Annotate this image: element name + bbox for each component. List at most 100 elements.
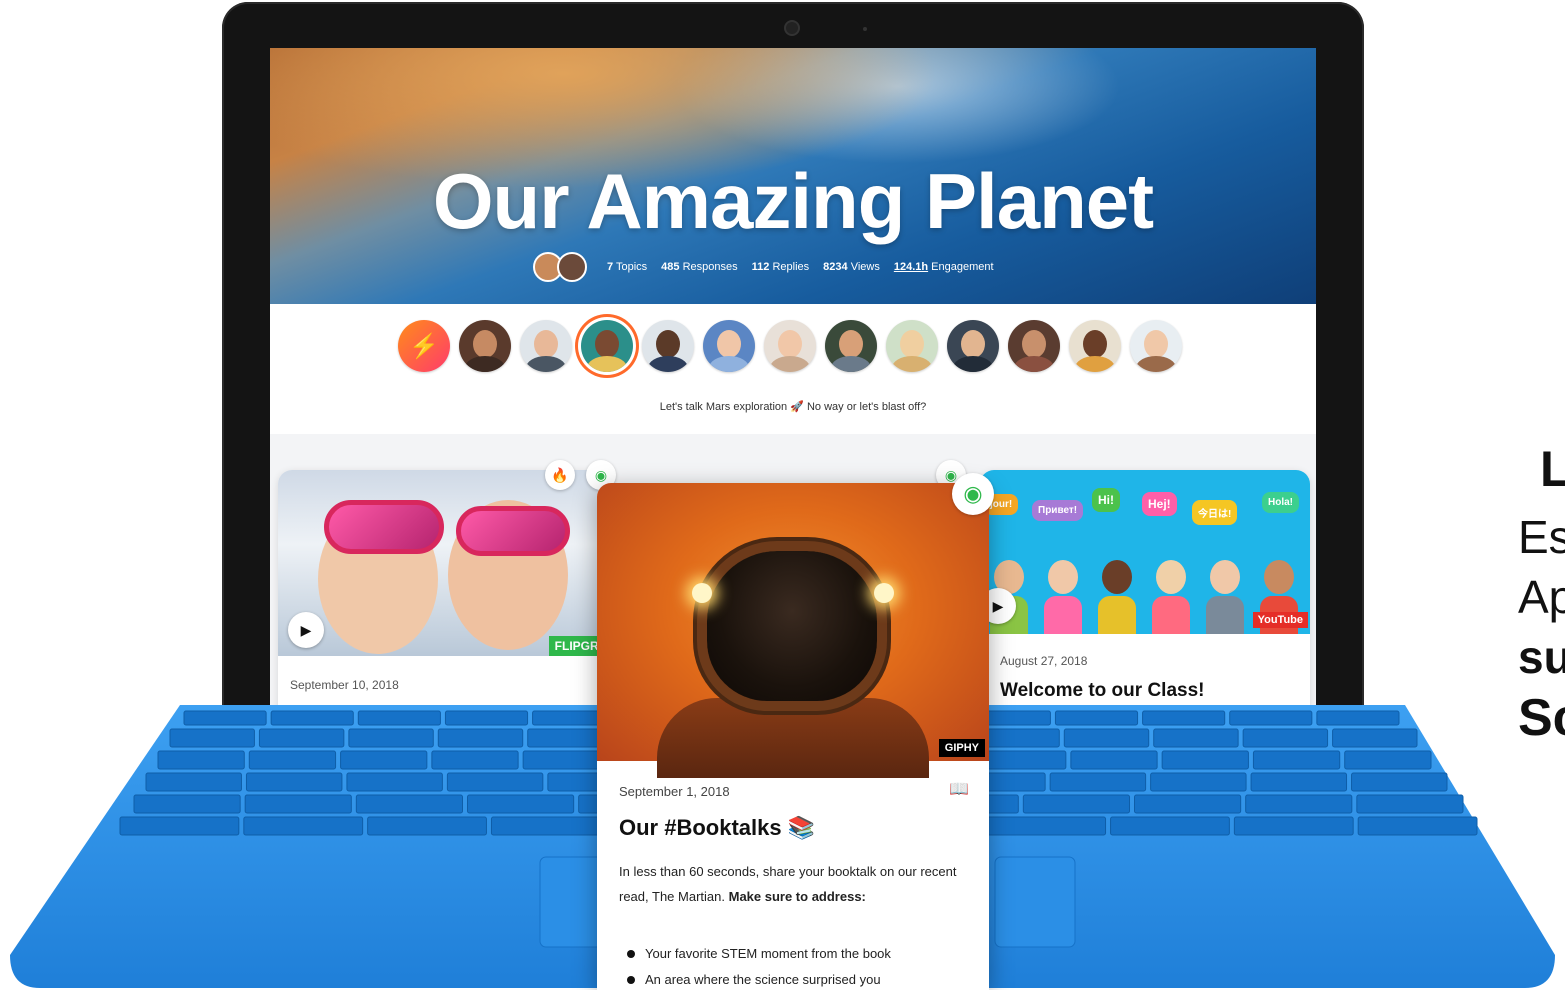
keyboard-key — [367, 816, 487, 836]
speech-bubble: Hi! — [1092, 488, 1120, 512]
keyboard-key — [1245, 794, 1353, 814]
avatar[interactable] — [703, 320, 755, 372]
stat-engagement[interactable]: 124.1h Engagement — [894, 261, 994, 273]
keyboard-key — [979, 750, 1067, 770]
keyboard-key — [357, 710, 441, 726]
cartoon-person — [1098, 560, 1136, 634]
youtube-tag: YouTube — [1252, 612, 1308, 628]
keyboard-key — [1150, 772, 1247, 792]
keyboard-key — [1049, 772, 1147, 792]
avatar[interactable] — [1008, 320, 1060, 372]
side-text-line: L — [1540, 441, 1565, 497]
keyboard-key — [1316, 710, 1400, 726]
keyboard-key — [1153, 728, 1239, 748]
side-text-line: Es — [1518, 511, 1565, 563]
keyboard-key — [490, 816, 611, 836]
keyboard-key — [1070, 750, 1158, 770]
keyboard-key — [169, 728, 255, 748]
response-card-welcome[interactable]: jour! Привет! Hi! Hej! 今日は! Hola! ▶ YouT… — [980, 470, 1310, 738]
cartoon-person — [1152, 560, 1190, 634]
keyboard-key — [270, 710, 354, 726]
avatar[interactable] — [764, 320, 816, 372]
avatar[interactable] — [886, 320, 938, 372]
keyboard-key — [133, 794, 241, 814]
location-pin-icon[interactable]: ◉ — [952, 473, 994, 515]
video-thumbnail[interactable]: ▶ FLIPGRI — [278, 470, 608, 656]
keyboard-key — [157, 750, 245, 770]
keyboard-key — [1022, 794, 1130, 814]
stat-topics: 7 Topics — [607, 261, 648, 273]
grid-title: Our Amazing Planet — [432, 157, 1154, 245]
avatar — [557, 252, 587, 282]
keyboard-key — [1110, 816, 1230, 836]
card-date: September 1, 2018 — [619, 784, 730, 799]
stat-views: 8234 Views — [823, 261, 880, 273]
keyboard-key — [1332, 728, 1418, 748]
keyboard-key — [258, 728, 345, 748]
speech-bubble: Hola! — [1262, 492, 1299, 513]
list-item: An area where the science surprised you — [627, 967, 891, 990]
student-avatar-row: ⚡ Let's talk Mars exploration 🚀 No way o… — [270, 304, 1316, 434]
stat-replies: 112 Replies — [751, 261, 810, 273]
fire-icon[interactable]: 🔥 — [545, 460, 575, 490]
keyboard-key — [346, 772, 443, 792]
stat-responses: 485 Responses — [661, 261, 738, 273]
avatar[interactable] — [947, 320, 999, 372]
side-text-line: su — [1518, 631, 1565, 683]
play-icon[interactable]: ▶ — [288, 612, 324, 648]
keyboard-key — [1142, 710, 1226, 726]
keyboard-key — [444, 710, 529, 726]
keyboard-key — [355, 794, 464, 814]
keyboard-key — [1233, 816, 1354, 836]
speech-bubble: Привет! — [1032, 500, 1084, 521]
keyboard-key — [244, 794, 352, 814]
goggles — [456, 506, 570, 556]
keyboard-key — [1134, 794, 1242, 814]
keyboard-key — [348, 728, 434, 748]
keyboard-key — [437, 728, 524, 748]
video-thumbnail[interactable]: jour! Привет! Hi! Hej! 今日は! Hola! ▶ YouT… — [980, 470, 1310, 634]
keyboard-key — [183, 710, 267, 726]
keyboard-key — [245, 772, 343, 792]
card-body: In less than 60 seconds, share your book… — [619, 864, 957, 904]
keyboard-key — [119, 816, 240, 836]
avatar[interactable] — [520, 320, 572, 372]
keyboard-key — [1250, 772, 1348, 792]
list-item: Your favorite STEM moment from the book — [627, 941, 891, 967]
keyboard-key — [1242, 728, 1329, 748]
keyboard-key — [1356, 794, 1464, 814]
immersive-reader-icon[interactable]: 📖 — [949, 779, 973, 801]
keyboard-key — [340, 750, 428, 770]
keyboard-key — [1229, 710, 1313, 726]
avatar[interactable] — [1069, 320, 1121, 372]
keyboard-key — [467, 794, 575, 814]
avatar[interactable] — [825, 320, 877, 372]
helmet-lamp — [692, 583, 712, 603]
cartoon-person — [1206, 560, 1244, 634]
keyboard-key — [1161, 750, 1249, 770]
bullet-list: Your favorite STEM moment from the book … — [627, 941, 891, 990]
response-card-ski[interactable]: ▶ FLIPGRI September 10, 2018 — [278, 470, 608, 738]
sensor-dot — [863, 27, 867, 31]
card-title: Welcome to our Class! — [1000, 680, 1205, 701]
helmet-lamp — [874, 583, 894, 603]
avatar[interactable] — [459, 320, 511, 372]
grid-prompt: Let's talk Mars exploration 🚀 No way or … — [659, 401, 927, 413]
avatar[interactable] — [581, 320, 633, 372]
educator-avatars[interactable] — [533, 252, 587, 282]
card-date: August 27, 2018 — [1000, 654, 1088, 668]
lightning-icon[interactable]: ⚡ — [398, 320, 450, 372]
grid-stats: 7 Topics 485 Responses 112 Replies 8234 … — [533, 252, 994, 282]
keyboard-key — [1344, 750, 1432, 770]
speech-bubble: Hej! — [1142, 492, 1177, 516]
hero-banner: Our Amazing Planet 7 Topics 485 Response… — [270, 48, 1316, 304]
giphy-tag: GIPHY — [938, 739, 985, 757]
featured-topic-card[interactable]: GIPHY September 1, 2018 📖 Our #Booktalks… — [597, 483, 989, 990]
keyboard-key — [431, 750, 519, 770]
giphy-image[interactable]: GIPHY — [597, 483, 989, 778]
card-date: September 10, 2018 — [290, 678, 399, 692]
keyboard-key — [248, 750, 337, 770]
avatar[interactable] — [642, 320, 694, 372]
keyboard-key — [1252, 750, 1341, 770]
avatar[interactable] — [1130, 320, 1182, 372]
